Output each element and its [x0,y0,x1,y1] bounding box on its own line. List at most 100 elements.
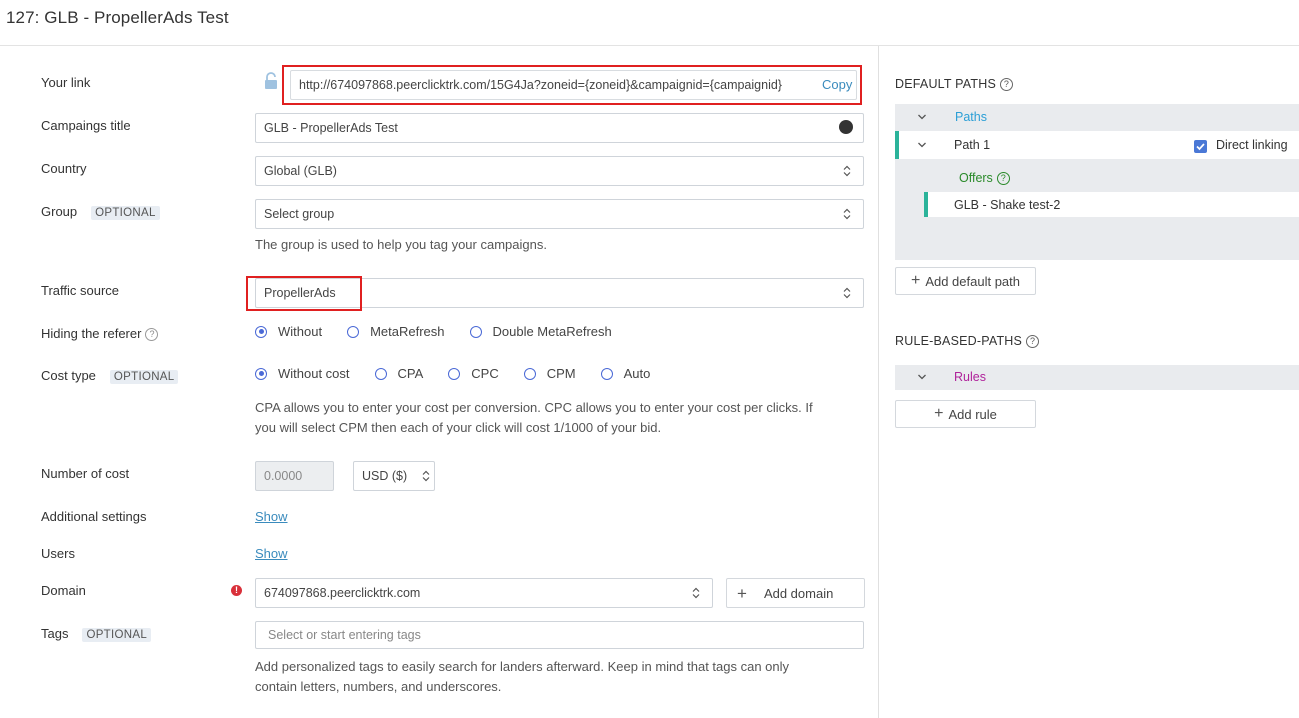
radio-cpa[interactable]: CPA [374,366,424,381]
radio-label: MetaRefresh [370,324,445,339]
radio-button[interactable] [347,325,360,338]
radio-double-metarefresh[interactable]: Double MetaRefresh [469,324,612,339]
radio-without[interactable]: Without [255,324,322,339]
cost-type-options: Without cost CPA CPC CPM Auto [255,366,675,381]
path-1-label[interactable]: Path 1 [954,138,990,152]
add-rule-label: Add rule [948,406,997,422]
add-domain-button[interactable]: + Add domain [726,578,865,608]
currency-select[interactable]: USD ($) [353,461,435,491]
radio-button[interactable] [255,325,267,338]
tags-placeholder: Select or start entering tags [268,628,421,642]
page-title: 127: GLB - PropellerAds Test [6,8,229,27]
tags-label: Tags OPTIONAL [41,626,152,642]
hiding-referer-options: Without MetaRefresh Double MetaRefresh [255,324,637,339]
radio-cpc[interactable]: CPC [448,366,499,381]
rules-label[interactable]: Rules [954,370,986,384]
radio-auto[interactable]: Auto [600,366,651,381]
unlock-icon[interactable] [263,72,279,90]
users-label: Users [41,546,75,561]
traffic-source-label: Traffic source [41,283,120,298]
radio-label: CPA [397,366,424,381]
offer-indicator [924,192,928,217]
domain-value: 674097868.peerclicktrk.com [264,586,421,600]
warning-icon: ! [231,585,242,596]
domain-label: Domain [41,583,86,598]
hint-line: contain letters, numbers, and underscore… [255,679,502,694]
cost-value: 0.0000 [264,469,303,483]
add-default-path-label: Add default path [925,273,1021,289]
radio-button[interactable] [469,325,482,338]
hiding-referer-label: Hiding the referer? [41,326,159,341]
add-rule-button[interactable]: + Add rule [895,400,1036,428]
currency-value: USD ($) [362,469,408,483]
users-show-link[interactable]: Show [255,546,288,561]
group-placeholder: Select group [264,207,335,221]
radio-label: CPC [471,366,499,381]
additional-settings-show-link[interactable]: Show [255,509,288,524]
number-of-cost-label: Number of cost [41,466,130,481]
group-hint: The group is used to help you tag your c… [255,237,547,252]
group-select[interactable]: Select group [255,199,864,229]
domain-select[interactable]: 674097868.peerclicktrk.com [255,578,713,608]
path-indicator [895,131,899,159]
paths-label[interactable]: Paths [955,110,987,124]
cost-type-hint: CPA allows you to enter your cost per co… [255,398,870,438]
cost-value-input[interactable]: 0.0000 [255,461,334,491]
plus-icon: + [737,583,747,603]
header-divider [0,45,1299,46]
radio-metarefresh[interactable]: MetaRefresh [347,324,445,339]
column-divider [878,46,879,718]
copy-link-button[interactable]: Copy [822,77,852,92]
chevron-down-icon[interactable] [917,370,927,384]
radio-label: Auto [623,366,651,381]
radio-cpm[interactable]: CPM [523,366,576,381]
select-arrows-icon [843,287,851,299]
tags-input[interactable]: Select or start entering tags [255,621,864,649]
radio-button[interactable] [448,367,461,380]
radio-without-cost[interactable]: Without cost [255,366,350,381]
add-domain-label: Add domain [763,585,834,601]
select-arrows-icon [843,208,851,220]
radio-label: CPM [546,366,576,381]
country-select[interactable]: Global (GLB) [255,156,864,186]
help-icon[interactable]: ? [1026,335,1040,348]
optional-badge: OPTIONAL [91,206,160,220]
radio-label: Double MetaRefresh [492,324,612,339]
plus-icon: + [910,272,921,289]
plus-icon: + [934,405,944,422]
radio-button[interactable] [255,367,267,380]
offer-label[interactable]: GLB - Shake test-2 [954,198,1060,212]
radio-label: Without [278,324,323,339]
radio-button[interactable] [523,367,536,380]
cost-type-label: Cost type OPTIONAL [41,368,179,384]
hint-line: Add personalized tags to easily search f… [255,659,790,674]
default-paths-heading: DEFAULT PATHS? [895,77,1014,91]
help-icon[interactable]: ? [145,328,159,341]
country-value: Global (GLB) [264,164,337,178]
optional-badge: OPTIONAL [82,628,152,642]
offers-label[interactable]: Offers? [959,171,1010,185]
chevron-down-icon[interactable] [917,110,927,124]
radio-button[interactable] [600,367,613,380]
add-default-path-button[interactable]: + Add default path [895,267,1036,295]
help-icon[interactable]: ? [996,172,1010,185]
your-link-label: Your link [41,75,91,90]
select-arrows-icon [692,587,700,599]
traffic-source-highlight [246,276,362,311]
your-link-field[interactable]: http://674097868.peerclicktrk.com/15G4Ja… [290,70,857,100]
group-label: Group OPTIONAL [41,204,160,220]
radio-button[interactable] [374,367,387,380]
color-dot-icon[interactable] [839,120,853,134]
country-label: Country [41,161,87,176]
direct-linking-checkbox[interactable] [1194,140,1207,153]
rule-based-paths-heading: RULE-BASED-PATHS? [895,334,1040,348]
default-paths-panel [895,104,1299,260]
hint-line: CPA allows you to enter your cost per co… [255,400,813,415]
select-arrows-icon [422,470,430,482]
campaign-title-input[interactable]: GLB - PropellerAds Test [255,113,864,143]
help-icon[interactable]: ? [1000,78,1014,91]
campaign-title-value: GLB - PropellerAds Test [264,121,398,135]
chevron-down-icon[interactable] [917,138,927,152]
tags-hint: Add personalized tags to easily search f… [255,657,870,697]
direct-linking-label: Direct linking [1216,138,1288,152]
